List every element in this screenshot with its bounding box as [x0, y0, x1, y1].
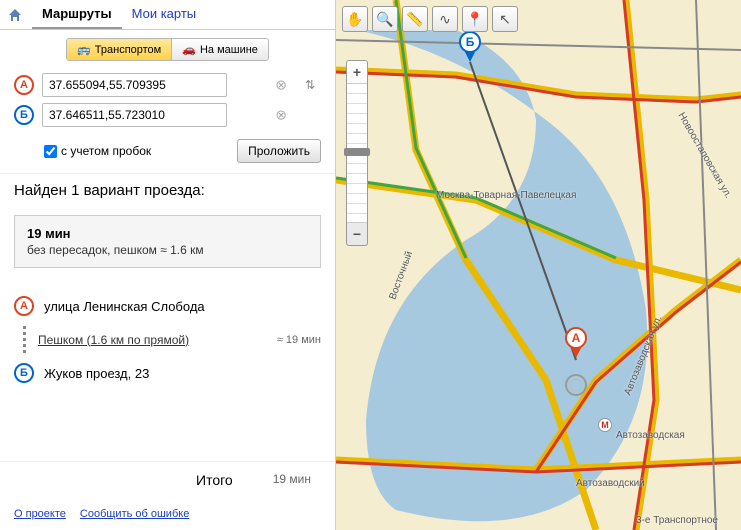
- tab-bar: Маршруты Мои карты: [32, 0, 206, 29]
- summary-desc: без пересадок, пешком ≈ 1.6 км: [27, 243, 308, 257]
- route-step-text[interactable]: Пешком (1.6 км по прямой): [38, 333, 267, 347]
- route-details: А улица Ленинская Слобода Пешком (1.6 км…: [0, 276, 335, 461]
- side-panel: Маршруты Мои карты 🚌 Транспортом 🚗 На ма…: [0, 0, 336, 530]
- mode-row: 🚌 Транспортом 🚗 На машине: [0, 30, 335, 69]
- route-step-time: ≈ 19 мин: [277, 334, 321, 346]
- tool-zoom-icon[interactable]: 🔍: [372, 6, 398, 32]
- mode-car[interactable]: 🚗 На машине: [171, 39, 268, 60]
- pin-a-icon: А: [14, 296, 34, 316]
- zoom-in-button[interactable]: +: [347, 61, 367, 83]
- pin-a-label: А: [14, 75, 34, 95]
- map-canvas: [336, 0, 741, 530]
- report-link[interactable]: Сообщить об ошибке: [80, 508, 189, 520]
- tool-marker-icon[interactable]: 📍: [462, 6, 488, 32]
- route-inputs: А ⊗ ⇅ Б ⊗ ⇅: [0, 69, 335, 137]
- map-pin-a-label: А: [565, 327, 587, 349]
- top-bar: Маршруты Мои карты: [0, 0, 335, 30]
- found-heading: Найден 1 вариант проезда:: [0, 173, 335, 207]
- mode-group: 🚌 Транспортом 🚗 На машине: [66, 38, 269, 61]
- pin-b-label: Б: [14, 105, 34, 125]
- summary-time: 19 мин: [27, 226, 308, 241]
- traffic-checkbox-label[interactable]: с учетом пробок: [44, 144, 151, 158]
- zoom-out-button[interactable]: −: [347, 223, 367, 245]
- build-route-button[interactable]: Проложить: [237, 139, 321, 163]
- home-icon[interactable]: [6, 6, 24, 24]
- control-row: с учетом пробок Проложить: [0, 137, 335, 173]
- total-row: Итого 19 мин: [0, 461, 335, 498]
- zoom-handle[interactable]: [344, 148, 370, 156]
- traffic-checkbox[interactable]: [44, 145, 57, 158]
- traffic-label: с учетом пробок: [61, 144, 151, 158]
- row-a: А ⊗ ⇅: [14, 73, 321, 97]
- tab-mymaps[interactable]: Мои карты: [122, 0, 207, 29]
- tool-route-icon[interactable]: ∿: [432, 6, 458, 32]
- route-start: А улица Ленинская Слобода: [14, 296, 321, 316]
- zoom-control: + −: [346, 60, 368, 246]
- zoom-track[interactable]: [347, 83, 367, 223]
- clear-a-icon[interactable]: ⊗: [275, 77, 287, 94]
- car-icon: 🚗: [182, 43, 196, 56]
- total-value: 19 мин: [273, 472, 311, 488]
- route-start-label: улица Ленинская Слобода: [44, 299, 205, 314]
- point-a-input[interactable]: [42, 73, 227, 97]
- tool-pan-icon[interactable]: ✋: [342, 6, 368, 32]
- row-b: Б ⊗ ⇅: [14, 103, 321, 127]
- mode-car-label: На машине: [200, 44, 258, 56]
- map-pin-b[interactable]: Б: [459, 31, 481, 62]
- point-b-input[interactable]: [42, 103, 227, 127]
- map-area[interactable]: Москва-Товарная-Павелецкая Восточный Авт…: [336, 0, 741, 530]
- footer-links: О проекте Сообщить об ошибке: [0, 498, 335, 530]
- clear-b-icon[interactable]: ⊗: [275, 107, 287, 124]
- route-step: Пешком (1.6 км по прямой) ≈ 19 мин: [20, 326, 321, 353]
- tab-routes[interactable]: Маршруты: [32, 0, 122, 29]
- walk-dots-icon: [20, 326, 28, 353]
- map-label-pavel: Москва-Товарная-Павелецкая: [436, 190, 576, 201]
- map-toolbar: ✋ 🔍 📏 ∿ 📍 ↖: [342, 6, 518, 32]
- mode-transport-label: Транспортом: [95, 44, 161, 56]
- route-summary[interactable]: 19 мин без пересадок, пешком ≈ 1.6 км: [14, 215, 321, 268]
- map-pin-b-label: Б: [459, 31, 481, 53]
- mode-transport[interactable]: 🚌 Транспортом: [67, 39, 171, 60]
- map-label-avtozavod: Автозаводский: [576, 478, 645, 489]
- map-pin-a[interactable]: А: [565, 327, 587, 358]
- tool-select-icon[interactable]: ↖: [492, 6, 518, 32]
- pin-b-icon: Б: [14, 363, 34, 383]
- about-link[interactable]: О проекте: [14, 508, 66, 520]
- swap-icon[interactable]: ⇅: [305, 78, 321, 92]
- map-label-avtoz-station: Автозаводская: [616, 430, 685, 441]
- map-label-trod: 3-е Транспортное: [636, 515, 718, 526]
- tool-ruler-icon[interactable]: 📏: [402, 6, 428, 32]
- route-end: Б Жуков проезд, 23: [14, 363, 321, 383]
- bus-icon: 🚌: [77, 43, 91, 56]
- metro-icon[interactable]: М: [598, 418, 612, 432]
- route-end-label: Жуков проезд, 23: [44, 366, 149, 381]
- total-label: Итого: [196, 472, 233, 488]
